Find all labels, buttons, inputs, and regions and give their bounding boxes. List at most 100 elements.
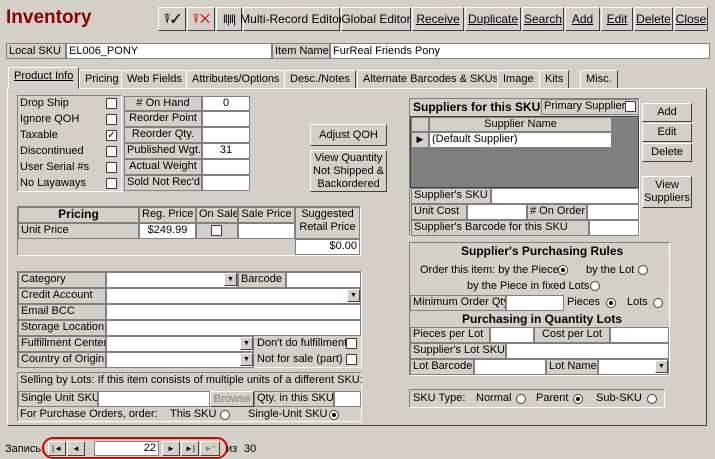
supplier-add-button[interactable]: Add [642,103,692,122]
single-unit-sku-radio[interactable] [329,410,339,420]
email-bcc-field[interactable] [106,304,361,320]
view-suppliers-button[interactable]: View Suppliers [642,176,692,208]
duplicate-button[interactable]: Duplicate [465,7,521,31]
search-button[interactable]: Search [522,7,564,31]
suggested-retail-field[interactable]: $0.00 [295,239,360,255]
lots-radio[interactable] [653,298,663,308]
credit-account-dropdown[interactable]: ▼ [347,289,360,302]
local-sku-field[interactable]: EL006_PONY [66,43,272,59]
filter-clear-button[interactable]: ⍒✕ [187,7,215,31]
supplier-row[interactable]: (Default Supplier) [429,132,612,148]
tab-desc-notes[interactable]: Desc./Notes [284,70,356,88]
suggested-retail-header: Suggested Retail Price [295,207,360,239]
tab-web-fields[interactable]: Web Fields [121,70,188,88]
cost-per-lot-field[interactable] [610,327,669,343]
not-for-sale-checkbox[interactable] [346,354,357,365]
lots-description: Selling by Lots: If this item consists o… [20,374,363,386]
order-by-piece-label: Order this item: by the Piece [420,264,559,276]
supplier-delete-button[interactable]: Delete [642,143,692,162]
by-lot-radio[interactable] [638,265,648,275]
category-field[interactable] [106,272,238,288]
category-dropdown[interactable]: ▼ [224,273,237,286]
adjust-qoh-button[interactable]: Adjust QOH [310,124,387,146]
country-dropdown[interactable]: ▼ [240,353,253,366]
delete-button[interactable]: Delete [634,7,673,31]
on-hand-field[interactable]: 0 [202,96,250,111]
supplier-sku-field[interactable] [491,188,639,204]
sub-sku-radio[interactable] [647,394,657,404]
fulfillment-center-field[interactable] [106,336,254,352]
user-serial-label: User Serial #s [20,161,90,173]
chevron-down-icon: ▼ [243,340,250,347]
record-label: Запись: [5,443,45,455]
tab-pricing[interactable]: Pricing [79,70,125,88]
this-sku-radio[interactable] [220,410,230,420]
primary-supplier-checkbox[interactable] [625,101,636,112]
sold-not-recd-field[interactable] [202,175,250,191]
qty-in-sku-field[interactable] [334,391,361,407]
cost-per-lot-label: Cost per Lot [534,327,610,343]
global-editor-button[interactable]: Global Editor [341,7,411,31]
browse-button[interactable]: Browse [210,391,254,407]
tab-attributes[interactable]: Attributes/Options [186,70,286,88]
row-selector[interactable]: ▶ [411,132,429,148]
storage-location-field[interactable] [106,320,361,336]
funnel-check-icon: ⍒✓ [163,11,181,26]
published-weight-field[interactable]: 31 [202,143,250,159]
sale-price-field[interactable] [238,223,295,239]
reorder-qty-field[interactable] [202,127,250,143]
published-weight-label: Published Wgt. [124,143,202,159]
actual-weight-field[interactable] [202,159,250,175]
reorder-point-field[interactable] [202,111,250,127]
min-order-field[interactable] [506,295,564,311]
credit-account-field[interactable] [106,288,361,304]
single-unit-sku-field[interactable] [98,391,210,407]
barcode-button[interactable]: ‖|‖| [216,7,242,31]
close-button[interactable]: Close [674,7,708,31]
checkmark-icon: ✓ [107,130,116,141]
supplier-barcode-field[interactable] [589,220,639,236]
view-quantity-button[interactable]: View Quantity Not Shipped & Backordered [310,150,387,192]
taxable-checkbox[interactable]: ✓ [106,130,117,141]
tab-image[interactable]: Image [497,70,540,88]
tab-product-info[interactable]: Product Info [8,67,80,89]
add-button[interactable]: Add [565,7,600,31]
country-origin-field[interactable] [106,352,254,368]
pieces-per-lot-label: Pieces per Lot [410,327,490,343]
dont-fulfill-checkbox[interactable] [346,338,357,349]
reg-price-field[interactable]: $249.99 [139,223,196,239]
receive-button[interactable]: Receive [412,7,464,31]
tab-misc[interactable]: Misc. [580,70,618,88]
lot-name-dropdown[interactable]: ▼ [655,360,668,373]
user-serial-checkbox[interactable] [106,162,117,173]
supplier-edit-button[interactable]: Edit [642,123,692,142]
tab-kits[interactable]: Kits [539,70,570,88]
fulfillment-dropdown[interactable]: ▼ [240,337,253,350]
on-sale-checkbox[interactable] [211,225,222,236]
discontinued-checkbox[interactable] [106,146,117,157]
barcode-field[interactable] [286,272,361,288]
filter-apply-button[interactable]: ⍒✓ [158,7,186,31]
parent-radio[interactable] [573,394,583,404]
lot-barcode-field[interactable] [474,359,546,375]
lot-sku-field[interactable] [506,343,669,359]
on-order-field[interactable] [587,204,639,220]
pieces-per-lot-field[interactable] [490,327,534,343]
fixed-lots-label: by the Piece in fixed Lots [467,280,590,292]
fixed-lots-radio[interactable] [590,281,600,291]
local-sku-label: Local SKU [6,43,66,59]
suppliers-title: Suppliers for this SKU [413,100,541,114]
unit-cost-field[interactable] [467,204,527,220]
drop-ship-checkbox[interactable] [106,98,117,109]
by-piece-radio[interactable] [558,265,568,275]
pieces-radio[interactable] [606,298,616,308]
normal-radio[interactable] [516,394,526,404]
funnel-x-icon: ⍒✕ [192,11,210,26]
item-name-field[interactable]: FurReal Friends Pony [330,43,710,59]
no-layaways-checkbox[interactable] [106,178,117,189]
ignore-qoh-checkbox[interactable] [106,114,117,125]
lot-barcode-label: Lot Barcode [410,359,474,375]
tab-alternate-barcodes[interactable]: Alternate Barcodes & SKUs [357,70,505,88]
multi-record-editor-button[interactable]: Multi-Record Editor [240,7,343,31]
edit-button[interactable]: Edit [601,7,633,31]
